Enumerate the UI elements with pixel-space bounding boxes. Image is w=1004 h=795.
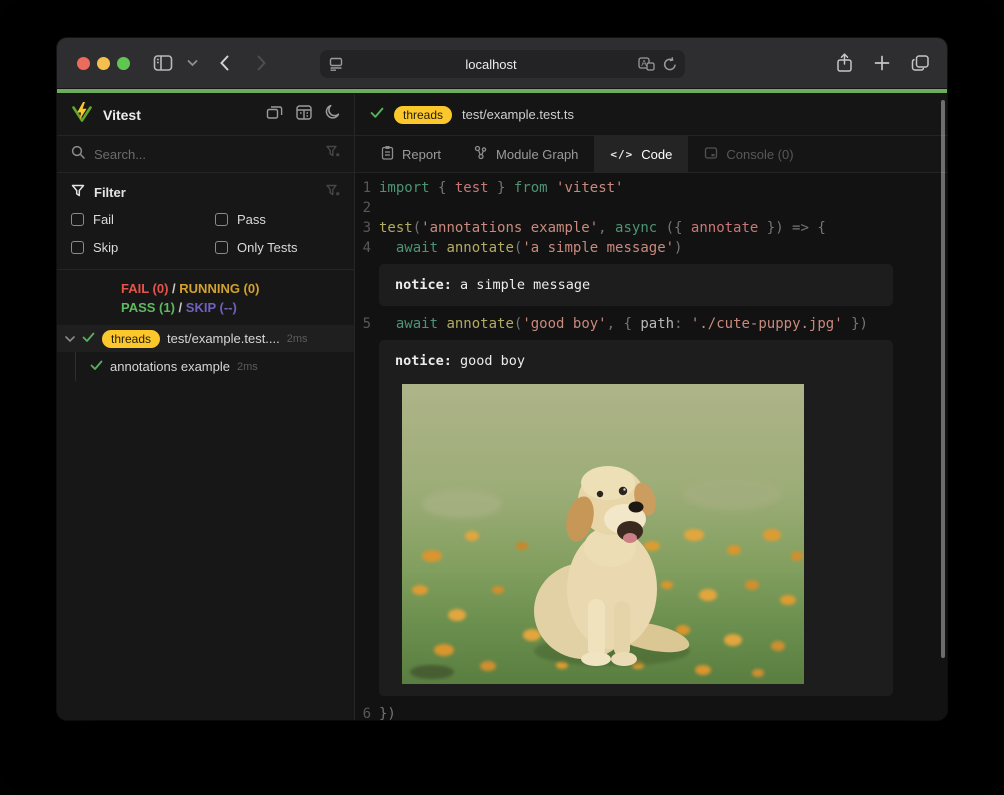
file-duration: 2ms bbox=[287, 333, 308, 345]
dashboard-icon[interactable] bbox=[296, 105, 312, 125]
test-name: annotations example bbox=[110, 359, 230, 374]
tab-overview-icon[interactable] bbox=[911, 54, 930, 72]
address-bar[interactable]: localhost A bbox=[320, 50, 685, 78]
code-line: 3test('annotations example', async ({ an… bbox=[355, 218, 947, 238]
vertical-scrollbar[interactable] bbox=[941, 100, 945, 658]
checkbox-box bbox=[215, 241, 228, 254]
clear-filter-icon[interactable] bbox=[326, 184, 340, 200]
collapse-windows-icon[interactable] bbox=[266, 105, 283, 125]
code-text: }) bbox=[379, 704, 396, 720]
line-number: 4 bbox=[355, 238, 379, 258]
sidebar-header: Vitest bbox=[57, 94, 354, 136]
pass-check-icon bbox=[90, 358, 103, 376]
checkbox-skip[interactable]: Skip bbox=[71, 240, 215, 255]
test-duration: 2ms bbox=[237, 361, 258, 373]
notice-label: notice: bbox=[395, 353, 452, 369]
page-icon bbox=[328, 56, 344, 72]
back-button[interactable] bbox=[219, 54, 230, 72]
notice-message: good boy bbox=[452, 353, 525, 369]
filter-section: Filter Fail bbox=[57, 173, 354, 270]
forward-button[interactable] bbox=[256, 54, 267, 72]
notice-label: notice: bbox=[395, 277, 452, 293]
share-icon[interactable] bbox=[836, 53, 853, 73]
checkbox-fail[interactable]: Fail bbox=[71, 212, 215, 227]
checkbox-box bbox=[215, 213, 228, 226]
filter-title: Filter bbox=[94, 185, 126, 200]
vitest-sidebar: Vitest bbox=[57, 94, 355, 720]
checkbox-box bbox=[71, 241, 84, 254]
browser-chrome: localhost A bbox=[57, 38, 947, 89]
tree-guide-line bbox=[75, 352, 76, 381]
search-icon bbox=[71, 145, 85, 164]
module-graph-icon bbox=[473, 145, 488, 163]
tab-report[interactable]: Report bbox=[365, 136, 457, 172]
console-icon bbox=[704, 146, 718, 163]
file-header: threads test/example.test.ts bbox=[355, 94, 947, 136]
screenshot-root: localhost A bbox=[0, 0, 1004, 795]
chevron-down-icon[interactable] bbox=[187, 59, 198, 67]
close-window-button[interactable] bbox=[77, 57, 90, 70]
skip-count: SKIP (--) bbox=[186, 300, 237, 315]
code-text: test('annotations example', async ({ ann… bbox=[379, 218, 826, 238]
checkbox-only-tests[interactable]: Only Tests bbox=[215, 240, 340, 255]
open-file-name: test/example.test.ts bbox=[462, 107, 574, 122]
code-line: 5 await annotate('good boy', { path: './… bbox=[355, 314, 947, 334]
tab-module-graph[interactable]: Module Graph bbox=[457, 136, 594, 172]
clear-search-filter-icon[interactable] bbox=[326, 145, 340, 163]
annotation-notice: notice: a simple message bbox=[379, 264, 893, 306]
report-icon bbox=[381, 145, 394, 163]
code-text: await annotate('good boy', { path: './cu… bbox=[379, 314, 868, 334]
app-title: Vitest bbox=[103, 107, 266, 123]
line-number: 3 bbox=[355, 218, 379, 238]
test-summary: FAIL (0) / RUNNING (0) PASS (1) / SKIP (… bbox=[57, 270, 354, 325]
line-number: 2 bbox=[355, 198, 379, 218]
filter-icon bbox=[71, 184, 85, 200]
checkbox-box bbox=[71, 213, 84, 226]
code-line: 1import { test } from 'vitest' bbox=[355, 178, 947, 198]
pass-check-icon bbox=[370, 106, 384, 124]
notice-message: a simple message bbox=[452, 277, 590, 293]
search-placeholder: Search... bbox=[94, 147, 317, 162]
code-icon: </> bbox=[610, 148, 633, 161]
puppy-image bbox=[402, 384, 804, 684]
line-number: 1 bbox=[355, 178, 379, 198]
tree-item-test-case[interactable]: annotations example 2ms bbox=[57, 352, 354, 381]
dark-mode-icon[interactable] bbox=[325, 104, 340, 125]
code-line: 4 await annotate('a simple message') bbox=[355, 238, 947, 258]
running-count: RUNNING (0) bbox=[179, 281, 259, 296]
minimize-window-button[interactable] bbox=[97, 57, 110, 70]
search-input[interactable]: Search... bbox=[57, 136, 354, 173]
new-tab-icon[interactable] bbox=[874, 55, 890, 71]
tab-code[interactable]: </> Code bbox=[594, 136, 688, 172]
page-accent-bar bbox=[57, 89, 947, 93]
vitest-logo-icon bbox=[71, 101, 93, 128]
file-name: test/example.test.... bbox=[167, 331, 280, 346]
main-panel: threads test/example.test.ts Report bbox=[355, 94, 947, 720]
translate-icon[interactable]: A bbox=[638, 57, 655, 71]
sidebar-toggle-icon[interactable] bbox=[153, 54, 173, 72]
pass-check-icon bbox=[82, 330, 95, 348]
line-number: 5 bbox=[355, 314, 379, 334]
pool-badge: threads bbox=[394, 106, 452, 124]
zoom-window-button[interactable] bbox=[117, 57, 130, 70]
view-tabs: Report Module Graph </> Code bbox=[355, 136, 947, 173]
line-number: 6 bbox=[355, 704, 379, 720]
checkbox-pass[interactable]: Pass bbox=[215, 212, 340, 227]
url-text: localhost bbox=[344, 57, 638, 72]
chevron-down-icon[interactable] bbox=[65, 330, 75, 348]
code-text: import { test } from 'vitest' bbox=[379, 178, 623, 198]
pass-count: PASS (1) bbox=[121, 300, 175, 315]
pool-badge: threads bbox=[102, 330, 160, 348]
tree-item-test-file[interactable]: threads test/example.test.... 2ms bbox=[57, 325, 354, 352]
reload-icon[interactable] bbox=[663, 57, 677, 72]
annotation-notice: notice: good boy bbox=[379, 340, 893, 696]
tab-console[interactable]: Console (0) bbox=[688, 136, 809, 172]
browser-window: localhost A bbox=[57, 38, 947, 720]
fail-count: FAIL (0) bbox=[121, 281, 168, 296]
code-line: 2 bbox=[355, 198, 947, 218]
code-editor: 1import { test } from 'vitest'23test('an… bbox=[355, 173, 947, 720]
code-text: await annotate('a simple message') bbox=[379, 238, 682, 258]
code-line: 6}) bbox=[355, 704, 947, 720]
